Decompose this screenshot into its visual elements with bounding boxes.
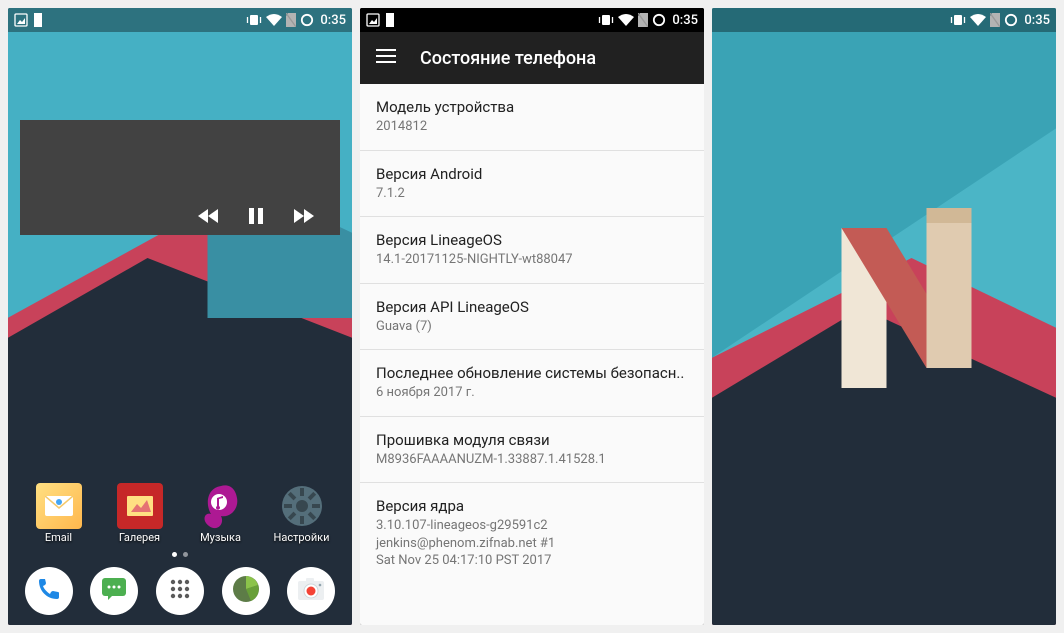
pause-icon[interactable] [248,207,264,225]
picture-notification-icon [366,13,380,27]
dock-browser[interactable] [222,567,270,615]
app-drawer-icon [167,576,193,606]
phone-wallpaper-screen: 0:35 [712,8,1056,625]
app-label: Галерея [119,531,160,544]
page-dot[interactable] [172,552,177,557]
status-time: 0:35 [1024,13,1050,28]
hamburger-menu-icon[interactable] [376,48,396,68]
messages-icon [100,576,128,606]
settings-item-kernel[interactable]: Версия ядра 3.10.107-lineageos-g29591c2 … [360,483,704,584]
item-title: Прошивка модуля связи [376,431,688,449]
settings-item-model[interactable]: Модель устройства 2014812 [360,84,704,151]
app-row: Email Галерея Музыка Настройки [8,483,352,546]
page-title: Состояние телефона [420,48,596,69]
page-indicator [8,546,352,561]
previous-track-icon[interactable] [198,207,220,225]
item-value: 14.1-20171125-NIGHTLY-wt88047 [376,251,688,269]
status-bar: 0:35 [360,8,704,32]
item-value: 6 ноября 2017 г. [376,384,688,402]
phone-home-screen: 0:35 Email Галерея [8,8,352,625]
item-value: 3.10.107-lineageos-g29591c2 jenkins@phen… [376,517,688,570]
status-time: 0:35 [320,13,346,28]
settings-item-security-patch[interactable]: Последнее обновление системы безопасн.. … [360,350,704,417]
settings-list[interactable]: Модель устройства 2014812 Версия Android… [360,84,704,625]
camera-icon [296,576,326,606]
app-label: Email [45,531,72,544]
item-title: Версия API LineageOS [376,298,688,316]
vibrate-icon [246,14,262,26]
gallery-icon [117,483,163,529]
wallpaper-nougat [712,8,1056,625]
status-bar: 0:35 [8,8,352,32]
item-value: M8936FAAAANUZM-1.33887.1.41528.1 [376,451,688,469]
wifi-icon [266,14,282,26]
email-icon [36,483,82,529]
app-email[interactable]: Email [28,483,90,544]
music-icon [198,483,244,529]
item-title: Версия LineageOS [376,231,688,249]
vibrate-icon [598,14,614,26]
item-title: Версия ядра [376,497,688,515]
wifi-icon [618,14,634,26]
settings-item-lineageos-version[interactable]: Версия LineageOS 14.1-20171125-NIGHTLY-w… [360,217,704,284]
dock-phone[interactable] [25,567,73,615]
app-settings[interactable]: Настройки [271,483,333,544]
lineage-loading-icon [300,13,314,27]
sdcard-notification-icon [32,13,44,27]
next-track-icon[interactable] [292,207,314,225]
app-gallery[interactable]: Галерея [109,483,171,544]
settings-item-lineageos-api[interactable]: Версия API LineageOS Guava (7) [360,284,704,351]
item-value: Guava (7) [376,318,688,336]
browser-icon [231,574,261,608]
settings-item-android-version[interactable]: Версия Android 7.1.2 [360,151,704,218]
lineage-loading-icon [652,13,666,27]
item-value: 7.1.2 [376,185,688,203]
phone-settings-screen: 0:35 Состояние телефона Модель устройств… [360,8,704,625]
music-widget[interactable] [20,120,340,235]
app-label: Музыка [200,531,241,544]
dock-messages[interactable] [90,567,138,615]
app-music[interactable]: Музыка [190,483,252,544]
no-sim-icon [638,13,648,27]
item-value: 2014812 [376,118,688,136]
settings-item-baseband[interactable]: Прошивка модуля связи M8936FAAAANUZM-1.3… [360,417,704,484]
dock-camera[interactable] [287,567,335,615]
lineage-loading-icon [1004,13,1018,27]
item-title: Версия Android [376,165,688,183]
dock [8,561,352,625]
wifi-icon [970,14,986,26]
item-title: Модель устройства [376,98,688,116]
item-title: Последнее обновление системы безопасн.. [376,364,688,382]
status-time: 0:35 [672,13,698,28]
picture-notification-icon [14,13,28,27]
page-dot[interactable] [183,552,188,557]
dock-app-drawer[interactable] [156,567,204,615]
vibrate-icon [950,14,966,26]
no-sim-icon [990,13,1000,27]
phone-icon [36,576,62,606]
no-sim-icon [286,13,296,27]
sdcard-notification-icon [384,13,396,27]
app-label: Настройки [274,531,330,544]
app-bar: Состояние телефона [360,32,704,84]
settings-icon [279,483,325,529]
status-bar: 0:35 [712,8,1056,32]
